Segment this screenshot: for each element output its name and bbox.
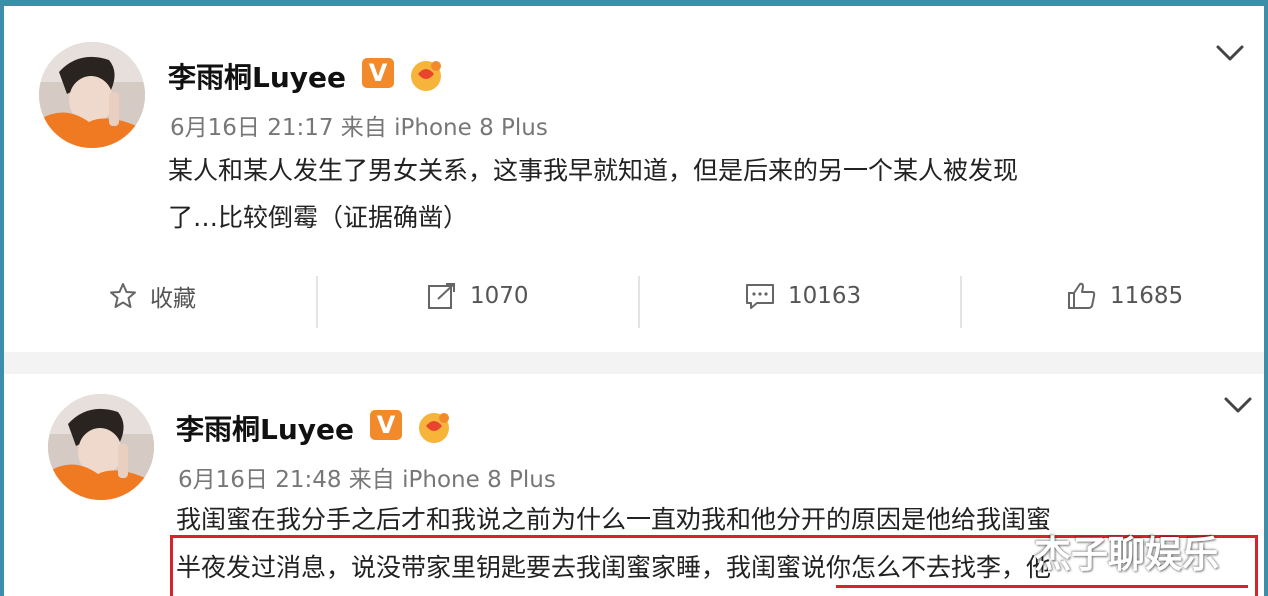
action-divider [316, 276, 318, 328]
comment-count: 10163 [788, 283, 862, 309]
chevron-down-icon[interactable] [1214, 42, 1246, 64]
favorite-button[interactable]: 收藏 [108, 276, 196, 316]
fan-badge-icon [419, 413, 449, 443]
chevron-down-icon[interactable] [1222, 394, 1254, 416]
action-divider [638, 276, 640, 328]
post-separator [4, 352, 1264, 374]
image-frame-right [1264, 0, 1268, 596]
weibo-post-2: 李雨桐Luyee V 6月16日 21:48 来自 iPhone 8 Plus … [4, 374, 1264, 596]
verified-badge-icon: V [370, 410, 402, 440]
post-meta: 6月16日 21:48 来自 iPhone 8 Plus [178, 467, 556, 493]
post-content-line-1: 某人和某人发生了男女关系，这事我早就知道，但是后来的另一个某人被发现 [168, 156, 1019, 185]
action-divider [960, 276, 962, 328]
like-count: 11685 [1110, 283, 1184, 309]
username[interactable]: 李雨桐Luyee [168, 56, 346, 96]
fan-badge-icon [411, 61, 441, 91]
repost-count: 1070 [470, 283, 529, 309]
repost-button[interactable]: 1070 [426, 276, 529, 316]
weibo-post-1: 李雨桐Luyee V 6月16日 21:17 来自 iPhone 8 Plus … [4, 6, 1264, 352]
user-avatar[interactable] [39, 42, 145, 148]
highlight-underline [836, 585, 1248, 588]
thumbs-up-icon [1068, 282, 1096, 309]
verified-badge-icon: V [362, 58, 394, 88]
repost-icon [428, 283, 455, 309]
like-button[interactable]: 11685 [1066, 276, 1183, 316]
comment-button[interactable]: 10163 [744, 276, 861, 316]
comment-icon [746, 284, 774, 309]
star-icon [110, 283, 136, 308]
watermark: 杰子聊娱乐 [1034, 533, 1219, 576]
username[interactable]: 李雨桐Luyee [176, 408, 354, 448]
post-meta: 6月16日 21:17 来自 iPhone 8 Plus [170, 115, 548, 141]
user-avatar[interactable] [48, 394, 154, 500]
post-content-line-2: 了…比较倒霉（证据确凿） [168, 203, 469, 232]
favorite-label: 收藏 [150, 286, 196, 312]
